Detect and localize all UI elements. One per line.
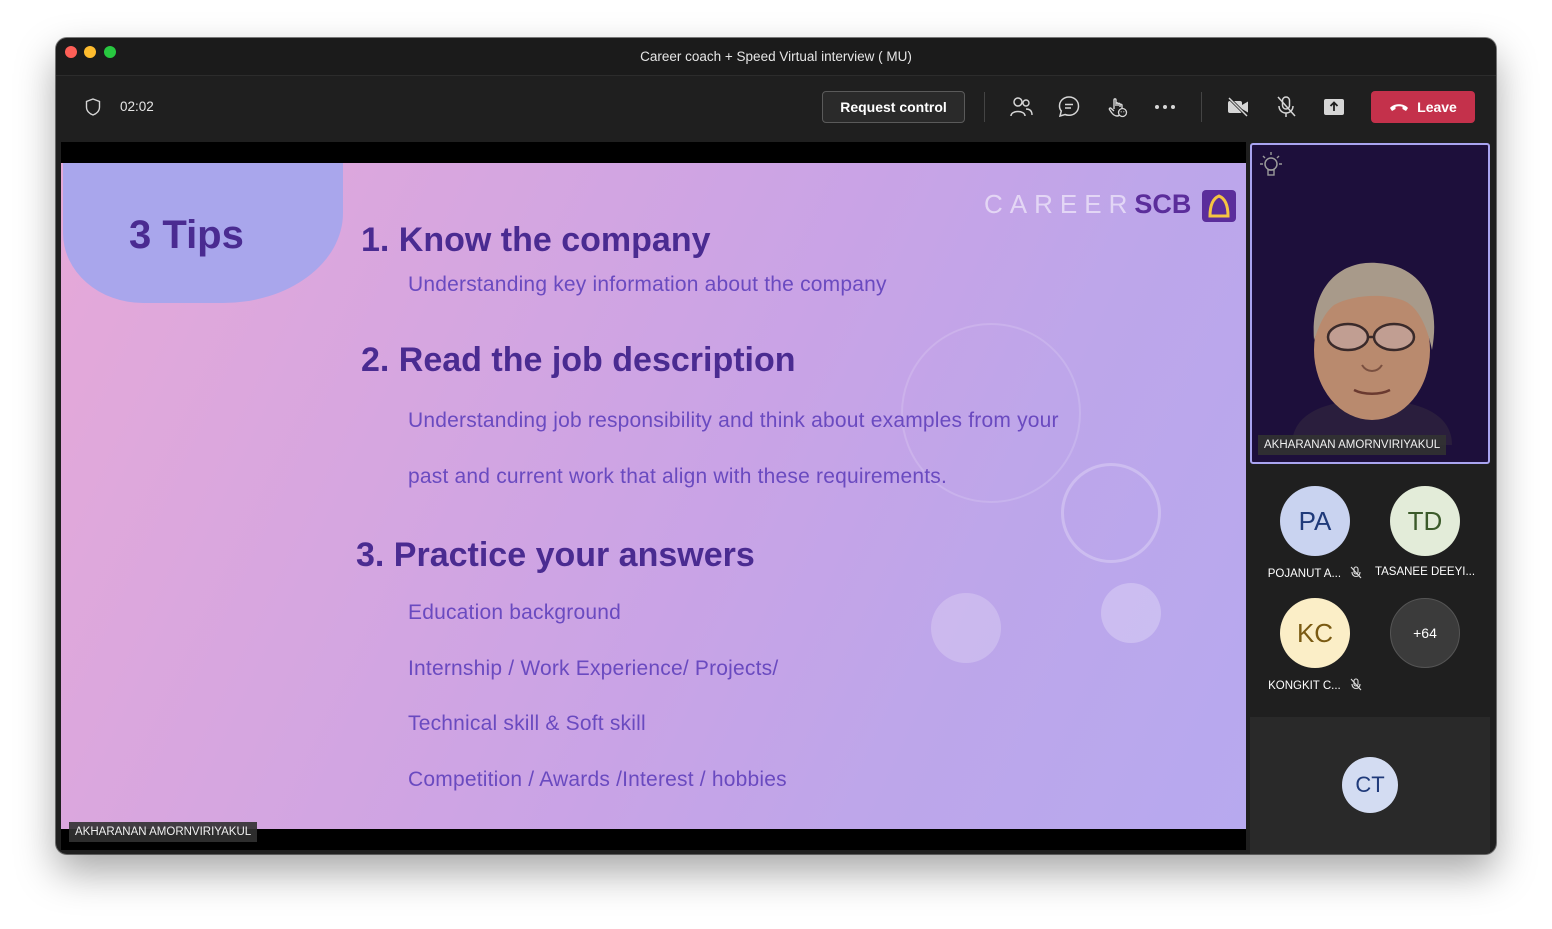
camera-toggle-button[interactable] (1225, 94, 1251, 120)
presentation-slide: 3 Tips CAREERSCB 1. Know the company Und… (61, 163, 1246, 829)
chat-button[interactable] (1056, 94, 1082, 120)
title-bar: Career coach + Speed Virtual interview (… (56, 38, 1496, 76)
section-text: Understanding key information about the … (408, 273, 887, 296)
more-options-button[interactable] (1152, 94, 1178, 120)
meeting-timer: 02:02 (120, 99, 154, 114)
presenter-name-tag: AKHARANAN AMORNVIRIYAKUL (69, 822, 258, 842)
section-text: past and current work that align with th… (408, 465, 948, 488)
mic-off-icon (1350, 566, 1362, 579)
reactions-icon (1108, 98, 1128, 118)
slide-decor-circle (1101, 583, 1161, 643)
phone-icon (1390, 104, 1409, 111)
participant-name: TASANEE DEEYI... (1370, 566, 1480, 578)
toolbar-divider (1201, 92, 1202, 122)
section-heading: 1. Know the company (361, 221, 711, 259)
participant-tile-large[interactable]: CT (1250, 717, 1490, 854)
participant-name-text: TASANEE DEEYI... (1374, 566, 1476, 578)
avatar: KC (1280, 598, 1350, 668)
participant-name: POJANUT A... (1260, 566, 1370, 580)
section-heading: 2. Read the job description (361, 341, 796, 379)
avatar: CT (1342, 757, 1398, 813)
participant-gallery: AKHARANAN AMORNVIRIYAKUL PA POJANUT A...… (1250, 142, 1490, 854)
share-content-button[interactable] (1321, 94, 1347, 120)
lightbulb-icon (1260, 152, 1282, 176)
mic-off-icon (1277, 96, 1296, 117)
camera-off-icon (1227, 96, 1249, 118)
section-text: Internship / Work Experience/ Projects/ (408, 657, 779, 680)
participant-tile[interactable]: KC KONGKIT C... (1260, 598, 1370, 708)
scb-logo-icon (1202, 190, 1236, 222)
section-text: Understanding job responsibility and thi… (408, 409, 1059, 432)
more-icon (1155, 105, 1175, 109)
career-scb-logo: CAREERSCB (984, 189, 1236, 222)
section-heading: 3. Practice your answers (356, 536, 755, 574)
teams-window: Career coach + Speed Virtual interview (… (56, 38, 1496, 854)
request-control-button[interactable]: Request control (822, 91, 965, 123)
section-text: Technical skill & Soft skill (408, 712, 646, 735)
avatar: PA (1280, 486, 1350, 556)
shield-icon (85, 98, 101, 116)
slide-title: 3 Tips (129, 213, 244, 257)
leave-button[interactable]: Leave (1371, 91, 1475, 123)
leave-label: Leave (1417, 99, 1457, 115)
meeting-toolbar: 02:02 Request control Leave (56, 76, 1496, 138)
participants-button[interactable] (1008, 94, 1034, 120)
more-participants-count: +64 (1390, 598, 1460, 668)
window-title: Career coach + Speed Virtual interview (… (640, 49, 912, 64)
chat-icon (1058, 96, 1080, 118)
avatar: TD (1390, 486, 1460, 556)
mic-off-icon (1350, 678, 1362, 691)
participants-icon (1010, 97, 1033, 117)
shared-screen-stage: 3 Tips CAREERSCB 1. Know the company Und… (61, 142, 1246, 850)
brand-career-text: CAREER (984, 189, 1135, 219)
brand-scb-text: SCB (1134, 189, 1192, 219)
slide-decor-circle (931, 593, 1001, 663)
participant-name-text: KONGKIT C... (1268, 680, 1341, 692)
mic-toggle-button[interactable] (1273, 94, 1299, 120)
slide-decor-circle (1061, 463, 1161, 563)
toolbar-divider (984, 92, 985, 122)
reactions-button[interactable] (1104, 94, 1130, 120)
participant-name-text: POJANUT A... (1267, 568, 1342, 580)
spotlight-video-tile[interactable]: AKHARANAN AMORNVIRIYAKUL (1250, 143, 1490, 464)
more-participants-tile[interactable]: +64 (1370, 598, 1480, 708)
participant-name: KONGKIT C... (1260, 678, 1370, 692)
section-text: Education background (408, 601, 621, 624)
spotlight-name-tag: AKHARANAN AMORNVIRIYAKUL (1258, 435, 1447, 455)
participant-tile[interactable]: TD TASANEE DEEYI... (1370, 486, 1480, 596)
participant-video-feed (1292, 262, 1452, 445)
share-icon (1324, 99, 1344, 115)
section-text: Competition / Awards /Interest / hobbies (408, 768, 787, 791)
participant-tile[interactable]: PA POJANUT A... (1260, 486, 1370, 596)
